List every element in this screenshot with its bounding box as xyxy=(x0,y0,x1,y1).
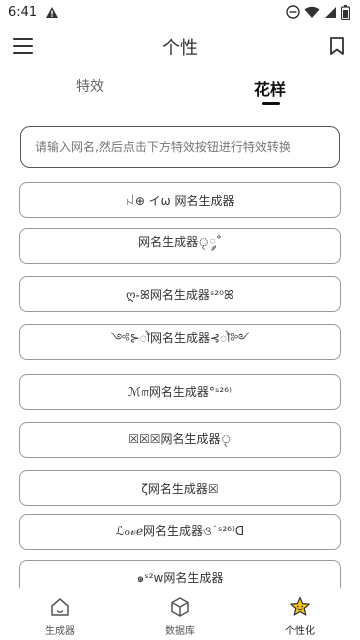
result-item[interactable]: ζ网名生成器☒ xyxy=(19,470,341,506)
nav-label-personalize: 个性化 xyxy=(285,626,315,637)
signal-icon xyxy=(325,6,336,18)
nav-generator[interactable]: 生成器 xyxy=(0,590,120,640)
cube-icon xyxy=(171,597,189,617)
hamburger-menu-icon[interactable] xyxy=(12,36,34,56)
result-item[interactable]: ☒☒☒网名生成器ৃ xyxy=(19,422,341,458)
name-input-container xyxy=(20,126,340,168)
bottom-nav: 生成器 数据库 个性化 xyxy=(0,590,360,640)
bookmark-icon[interactable] xyxy=(328,36,346,56)
star-face-icon xyxy=(290,596,310,616)
nav-label-database: 数据库 xyxy=(165,626,195,637)
home-icon xyxy=(51,598,69,616)
nav-label-generator: 生成器 xyxy=(45,626,75,637)
nav-database[interactable]: 数据库 xyxy=(120,590,240,640)
wifi-icon xyxy=(304,6,320,18)
result-item[interactable]: ღ֊ꕤ网名生成器ˢ²⁰ꕤ xyxy=(19,276,341,312)
result-item[interactable]: ๑ˢ²w网名生成器 xyxy=(19,560,341,588)
nav-personalize[interactable]: 个性化 xyxy=(240,590,360,640)
result-list: ꈤ⊕ イω 网名生成器 网名生成器ৃ༘˚ ღ֊ꕤ网名生成器ˢ²⁰ꕤ ༺⊱ꠧ网名生… xyxy=(19,182,341,588)
do-not-disturb-icon xyxy=(286,5,300,19)
result-item[interactable]: ༺⊱ꠧ网名生成器⊰ꠧ༻ xyxy=(19,324,341,360)
tab-effects[interactable]: 特效 xyxy=(40,76,140,96)
name-input[interactable] xyxy=(35,140,325,154)
tab-bar: 特效 花样 xyxy=(0,70,360,110)
status-time: 6:41 xyxy=(8,4,38,20)
battery-icon xyxy=(341,4,350,20)
page-title: 个性 xyxy=(162,38,198,59)
result-item[interactable]: ℒℴ𝓋ℯ网名生成器ও˙ˢ²⁶⁾ᗡ xyxy=(19,514,341,550)
result-item[interactable]: 网名生成器ৃ༘˚ xyxy=(19,228,341,264)
status-bar: 6:41 xyxy=(0,0,360,24)
tab-patterns[interactable]: 花样 xyxy=(220,76,320,100)
warning-icon xyxy=(46,6,59,18)
tab-indicator xyxy=(262,102,280,105)
result-item[interactable]: ℳ௱网名生成器°ˢ²⁶⁾ xyxy=(19,374,341,410)
result-item[interactable]: ꈤ⊕ イω 网名生成器 xyxy=(19,182,341,218)
app-bar: 个性 xyxy=(0,24,360,68)
